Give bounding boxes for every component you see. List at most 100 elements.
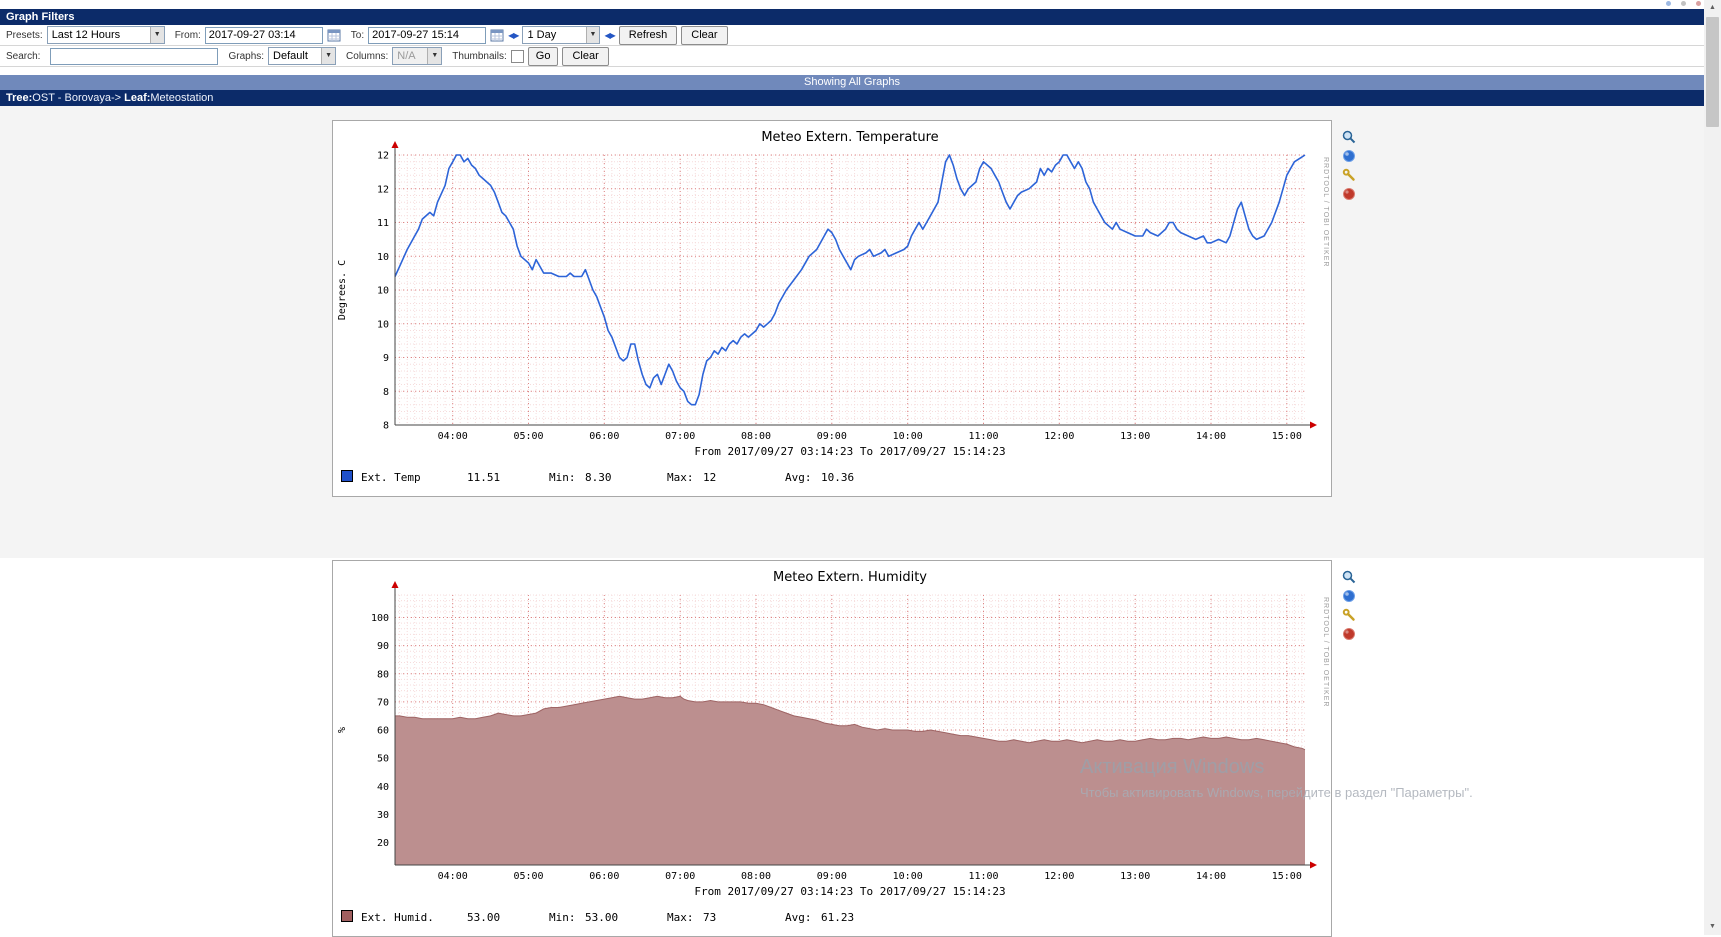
svg-text:100: 100 [371,613,389,624]
legend-max-value: 73 [703,911,717,924]
details-icon[interactable] [1342,589,1356,603]
svg-text:13:00: 13:00 [1120,431,1150,442]
svg-text:10: 10 [377,286,389,297]
go-button[interactable]: Go [527,46,559,66]
graph-panel-temperature: 04:00 05:00 06:00 07:00 08:00 09:00 10:00 11:00… [332,120,1332,497]
svg-text:11: 11 [377,218,389,229]
clear-search-button[interactable]: Clear [562,46,609,66]
scrollbar-up-arrow[interactable]: ▲ [1704,0,1721,16]
legend-avg-label: Avg: [785,911,812,924]
thumbnails-checkbox[interactable] [510,49,524,63]
details-icon[interactable] [1342,149,1356,163]
search-label: Search: [6,50,41,62]
presets-value: Last 12 Hours [51,29,121,41]
svg-text:07:00: 07:00 [665,431,695,442]
svg-text:15:00: 15:00 [1272,871,1302,882]
to-input[interactable] [368,26,487,44]
svg-text:12: 12 [377,184,389,195]
filter-row-2: Search: Graphs: Default ▼ Columns: N/A ▼… [0,46,1704,67]
svg-text:Meteo Extern. Temperature: Meteo Extern. Temperature [761,130,938,145]
svg-text:07:00: 07:00 [665,871,695,882]
showing-all-graphs-banner: Showing All Graphs [0,75,1704,90]
legend-series-name: Ext. Humid. [361,911,434,924]
page: Graph Filters Presets: Last 12 Hours ▼ F… [0,0,1721,937]
zoom-icon[interactable] [1342,130,1356,144]
graphs-label: Graphs: [228,50,265,62]
svg-text:04:00: 04:00 [438,871,468,882]
svg-text:12: 12 [377,151,389,162]
svg-text:30: 30 [377,810,389,821]
svg-text:14:00: 14:00 [1196,431,1226,442]
tree-label: Tree: [6,92,33,104]
svg-text:60: 60 [377,726,389,737]
svg-text:06:00: 06:00 [589,871,619,882]
browser-icon [1666,1,1671,6]
from-input[interactable] [204,26,323,44]
svg-text:10:00: 10:00 [893,431,923,442]
graph-actions-humidity [1342,570,1356,641]
shift-window-left-icon[interactable]: ◀▶ [508,31,519,40]
vertical-scrollbar[interactable]: ▲ ▼ [1704,0,1721,935]
graph-legend: Ext. Humid. 53.00 Min: 53.00 Max: 73 Avg: 61.23 [341,910,1331,924]
graphs-select[interactable]: Default ▼ [268,47,337,65]
calendar-icon[interactable] [490,29,504,42]
properties-icon[interactable] [1342,168,1356,182]
svg-text:10: 10 [377,319,389,330]
svg-text:12:00: 12:00 [1044,431,1074,442]
legend-max-label: Max: [667,471,694,484]
properties-icon[interactable] [1342,608,1356,622]
columns-select: N/A ▼ [392,47,443,65]
graph-legend: Ext. Temp 11.51 Min: 8.30 Max: 12 Avg: 10.36 [341,470,1331,484]
svg-text:8: 8 [383,421,389,432]
svg-text:05:00: 05:00 [513,431,543,442]
presets-label: Presets: [6,29,43,41]
remove-icon[interactable] [1342,187,1356,201]
svg-text:11:00: 11:00 [968,431,998,442]
svg-text:8: 8 [383,387,389,398]
legend-min-value: 53.00 [585,911,619,924]
tree-value: OST - Borovaya-> [32,92,125,104]
svg-text:09:00: 09:00 [817,431,847,442]
window-select[interactable]: 1 Day ▼ [522,26,601,44]
tree-breadcrumb: Tree:OST - Borovaya-> Leaf:Meteostation [0,90,1704,106]
search-input[interactable] [50,47,219,65]
svg-text:10:00: 10:00 [893,871,923,882]
columns-label: Columns: [346,50,389,62]
dropdown-arrow-icon: ▼ [585,27,600,43]
svg-text:From 2017/09/27 03:14:23 To 20: From 2017/09/27 03:14:23 To 2017/09/27 1… [694,445,1005,458]
leaf-value: Meteostation [150,92,214,104]
clear-button[interactable]: Clear [681,25,728,45]
rrdtool-watermark: RRDTOOL / TOBI OETIKER [1322,597,1329,708]
scrollbar-down-arrow[interactable]: ▼ [1704,919,1721,935]
svg-text:From 2017/09/27 03:14:23 To 20: From 2017/09/27 03:14:23 To 2017/09/27 1… [694,885,1005,898]
top-margin [0,0,1721,9]
svg-text:50: 50 [377,754,389,765]
legend-current-value: 11.51 [467,471,501,484]
presets-select[interactable]: Last 12 Hours ▼ [46,26,165,44]
svg-text:40: 40 [377,782,389,793]
dropdown-arrow-icon: ▼ [149,27,164,43]
refresh-button[interactable]: Refresh [618,25,678,45]
thumbnails-label: Thumbnails: [452,50,507,62]
graph-image-temperature[interactable]: 04:00 05:00 06:00 07:00 08:00 09:00 10:00 11:00… [333,121,1331,461]
remove-icon[interactable] [1342,627,1356,641]
dropdown-arrow-icon: ▼ [427,48,442,64]
legend-min-label: Min: [549,471,576,484]
scrollbar-thumb[interactable] [1706,17,1719,127]
svg-text:15:00: 15:00 [1272,431,1302,442]
to-label: To: [350,29,365,41]
columns-value: N/A [397,50,416,62]
svg-text:70: 70 [377,697,389,708]
filter-row-1: Presets: Last 12 Hours ▼ From: To: ◀▶ 1 … [0,25,1704,46]
window-value: 1 Day [527,29,557,41]
legend-swatch [341,470,353,482]
svg-text:08:00: 08:00 [741,431,771,442]
shift-window-right-icon[interactable]: ◀▶ [604,31,615,40]
graph-image-humidity[interactable]: 04:00 05:00 06:00 07:00 08:00 09:00 10:00 11:00… [333,561,1331,901]
legend-swatch [341,910,353,922]
graphs-value: Default [273,50,308,62]
calendar-icon[interactable] [327,29,341,42]
svg-text:%: % [337,727,348,733]
browser-chrome-fragment [1666,1,1701,6]
zoom-icon[interactable] [1342,570,1356,584]
